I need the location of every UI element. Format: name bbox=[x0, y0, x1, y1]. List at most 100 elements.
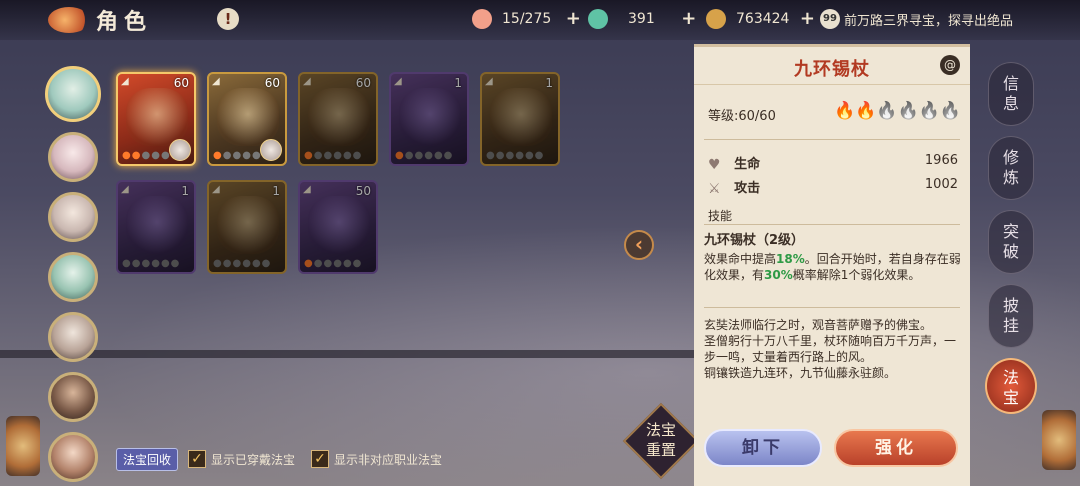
notice-text: 前万路三界寻宝，探寻出绝品 bbox=[844, 13, 1014, 29]
heart-icon: ♥ bbox=[708, 156, 721, 173]
notice-marquee[interactable]: 99 前万路三界寻宝，探寻出绝品 bbox=[820, 8, 1013, 30]
corner-tag-icon: ◢ bbox=[212, 184, 220, 195]
peach-icon bbox=[472, 9, 492, 29]
star-rating: 🔥🔥🔥🔥🔥🔥 bbox=[834, 101, 961, 121]
flame-unlit-icon: ● bbox=[131, 258, 142, 269]
tab-breakthrough[interactable]: 突破 bbox=[988, 210, 1034, 274]
collapse-arrow-icon[interactable]: ‹ bbox=[624, 230, 654, 260]
tab-treasure[interactable]: 法宝 bbox=[985, 358, 1037, 414]
character-avatar-5[interactable] bbox=[48, 312, 98, 362]
tab-cultivate[interactable]: 修炼 bbox=[988, 136, 1034, 200]
flame-unlit-icon: 🔥 bbox=[897, 101, 919, 121]
skill-header: 技能 bbox=[708, 209, 733, 223]
back-emblem-icon[interactable] bbox=[48, 7, 90, 33]
flame-unlit-icon: ● bbox=[151, 150, 161, 161]
flame-unlit-icon: ● bbox=[222, 258, 233, 269]
character-avatar-2[interactable] bbox=[48, 132, 98, 182]
corner-tag-icon: ◢ bbox=[212, 76, 220, 87]
treasure-art bbox=[399, 88, 461, 146]
treasure-card[interactable]: ◢ 1 ●●●●●● bbox=[116, 180, 196, 274]
detail-header: 九环锡杖 @ bbox=[694, 47, 970, 85]
skill-hit-percent: 18% bbox=[776, 252, 805, 266]
top-bar: 角色 ! 15/275 + 391 + 763424 + 99 前万路三界寻宝，… bbox=[0, 0, 1080, 40]
flame-unlit-icon: ● bbox=[534, 150, 545, 161]
flame-unlit-icon: ● bbox=[213, 258, 223, 269]
resource-value: 763424 bbox=[736, 11, 790, 27]
resource-peach: 15/275 + bbox=[472, 8, 581, 30]
character-avatar-6[interactable] bbox=[48, 372, 98, 422]
flame-unlit-icon: ● bbox=[342, 258, 353, 269]
character-avatar-3[interactable] bbox=[48, 192, 98, 242]
flame-unlit-icon: ● bbox=[242, 258, 252, 269]
treasure-card[interactable]: ◢60●●●●●● bbox=[116, 72, 196, 166]
owner-avatar bbox=[260, 139, 282, 161]
flame-lit-icon: ● bbox=[131, 150, 142, 161]
tab-label: 法宝 bbox=[1002, 368, 1019, 407]
treasure-art bbox=[308, 196, 370, 254]
flame-unlit-icon: ● bbox=[352, 258, 363, 269]
show-other-class-label: 显示非对应职业法宝 bbox=[334, 452, 443, 467]
flame-lit-icon: ● bbox=[395, 150, 405, 161]
flame-unlit-icon: ● bbox=[160, 258, 171, 269]
divider bbox=[704, 224, 960, 225]
unequip-button[interactable]: 卸下 bbox=[704, 429, 822, 467]
character-avatar-7[interactable] bbox=[48, 432, 98, 482]
treasure-star-rating: ●●●●●● bbox=[213, 258, 271, 269]
plus-icon[interactable]: + bbox=[799, 10, 815, 28]
flame-unlit-icon: ● bbox=[141, 258, 152, 269]
corner-tag-icon: ◢ bbox=[394, 76, 402, 87]
plus-icon[interactable]: + bbox=[565, 10, 581, 28]
show-equipped-toggle[interactable]: ✓ 显示已穿戴法宝 bbox=[188, 450, 295, 468]
resource-value: 391 bbox=[628, 11, 655, 27]
checkbox-checked-icon[interactable]: ✓ bbox=[188, 450, 207, 468]
corner-tag-icon: ◢ bbox=[303, 184, 311, 195]
corner-tag-icon: ◢ bbox=[121, 184, 129, 195]
treasure-level: 1 bbox=[272, 184, 280, 198]
character-avatar-1[interactable] bbox=[45, 66, 101, 122]
reset-label[interactable]: 法宝 重置 bbox=[634, 420, 688, 460]
treasure-detail-panel: 九环锡杖 @ 等级:60/60 🔥🔥🔥🔥🔥🔥 ♥ 生命 1966 ⚔ 攻击 10… bbox=[694, 44, 970, 486]
skill-desc-part: 效果命中提高 bbox=[704, 252, 777, 266]
checkbox-checked-icon[interactable]: ✓ bbox=[311, 450, 330, 468]
exclamation-icon[interactable]: ! bbox=[217, 8, 239, 30]
treasure-card[interactable]: ◢ 1 ●●●●●● bbox=[207, 180, 287, 274]
flame-unlit-icon: ● bbox=[222, 150, 233, 161]
flame-unlit-icon: ● bbox=[151, 258, 161, 269]
flame-unlit-icon: ● bbox=[333, 258, 343, 269]
flame-unlit-icon: ● bbox=[232, 150, 243, 161]
tab-info[interactable]: 信息 bbox=[988, 62, 1034, 126]
upgrade-button[interactable]: 强化 bbox=[834, 429, 958, 467]
treasure-card[interactable]: ◢60●●●●●● bbox=[298, 72, 378, 166]
treasure-card[interactable]: ◢ 1 ●●●●●● bbox=[480, 72, 560, 166]
character-avatar-4[interactable] bbox=[48, 252, 98, 302]
recycle-button[interactable]: 法宝回收 bbox=[116, 447, 179, 471]
flame-unlit-icon: ● bbox=[141, 150, 152, 161]
tab-armor[interactable]: 披挂 bbox=[988, 284, 1034, 348]
resource-jade: 391 + bbox=[588, 8, 697, 30]
treasure-art bbox=[217, 88, 279, 146]
flame-unlit-icon: 🔥 bbox=[918, 101, 940, 121]
treasure-card[interactable]: ◢ 1 ●●●●●● bbox=[389, 72, 469, 166]
right-nav: 信息 修炼 突破 披挂 法宝 bbox=[984, 62, 1038, 424]
flame-unlit-icon: ● bbox=[313, 150, 324, 161]
info-icon[interactable]: @ bbox=[940, 55, 960, 75]
treasure-name: 九环锡杖 bbox=[794, 59, 870, 80]
plus-icon[interactable]: + bbox=[681, 10, 697, 28]
flame-unlit-icon: 🔥 bbox=[876, 101, 898, 121]
skill-desc-part: 概率解除1个弱化效果。 bbox=[792, 268, 921, 282]
lore-line: 铜镶铁造九连环，九节仙藤永驻颜。 bbox=[704, 366, 897, 380]
flame-unlit-icon: ● bbox=[505, 150, 516, 161]
stat-name: 攻击 bbox=[734, 181, 761, 196]
treasure-card[interactable]: ◢ 50 ●●●●●● bbox=[298, 180, 378, 274]
tab-label: 披挂 bbox=[1002, 296, 1019, 335]
flame-unlit-icon: ● bbox=[122, 258, 132, 269]
flame-unlit-icon: ● bbox=[433, 150, 444, 161]
flame-lit-icon: ● bbox=[122, 150, 132, 161]
treasure-level: 1 bbox=[454, 76, 462, 90]
treasure-card[interactable]: ◢60●●●●●● bbox=[207, 72, 287, 166]
lantern-left bbox=[6, 416, 40, 476]
flame-unlit-icon: ● bbox=[495, 150, 506, 161]
flame-unlit-icon: ● bbox=[323, 150, 334, 161]
show-other-class-toggle[interactable]: ✓ 显示非对应职业法宝 bbox=[311, 450, 442, 468]
flame-lit-icon: ● bbox=[213, 150, 223, 161]
